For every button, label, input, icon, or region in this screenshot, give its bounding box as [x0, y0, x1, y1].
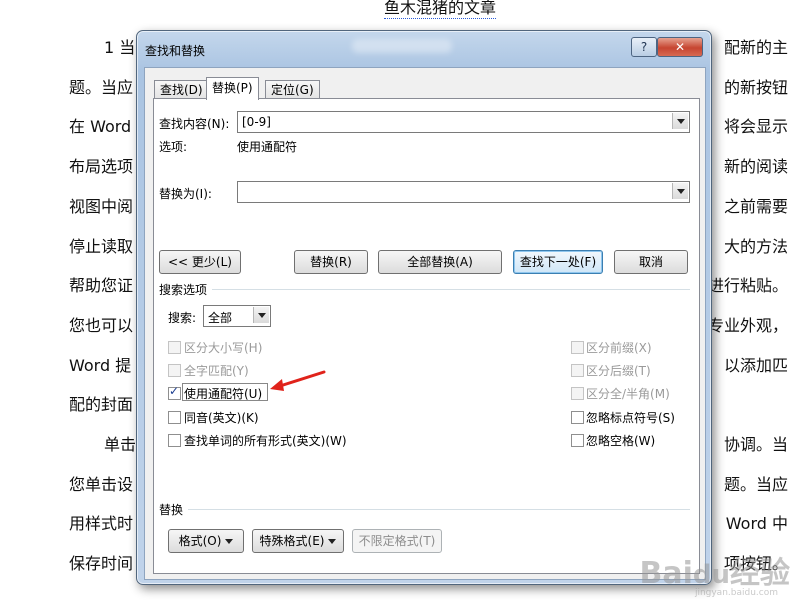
dialog-client-area: 查找(D) 替换(P) 定位(G) 查找内容(N): [0-9] 选项: 使用通… [144, 67, 706, 580]
checkbox[interactable] [168, 410, 181, 424]
replace-button[interactable]: 替换(R) [294, 250, 368, 274]
checkbox[interactable] [168, 433, 181, 447]
replace-all-button[interactable]: 全部替换(A) [378, 250, 502, 274]
replace-dropdown-arrow-icon[interactable] [672, 183, 688, 199]
checkbox [571, 387, 584, 401]
checkbox[interactable] [571, 410, 584, 424]
document-line-left: 用样式时 [69, 514, 134, 534]
document-line-right: 大的方法 [723, 236, 788, 256]
checkbox [571, 341, 584, 354]
tab-replace[interactable]: 替换(P) [206, 77, 259, 100]
help-button[interactable]: ? [631, 37, 657, 57]
option-label: 区分前缀(X) [586, 341, 652, 355]
find-what-label: 查找内容(N): [159, 117, 230, 131]
find-next-button[interactable]: 查找下一处(F) [513, 250, 603, 274]
checkbox [168, 341, 181, 354]
document-line-left: 在 Word [69, 117, 132, 137]
document-line-right: 以添加匹 [723, 355, 788, 375]
option-label[interactable]: 查找单词的所有形式(英文)(W) [184, 432, 347, 449]
option-label: 区分后缀(T) [586, 364, 651, 379]
document-line-right: 题。当应 [723, 474, 788, 494]
options-label: 选项: [159, 140, 188, 154]
search-direction-arrow-icon[interactable] [253, 307, 269, 323]
checkbox [571, 364, 584, 378]
cancel-button[interactable]: 取消 [614, 250, 688, 274]
document-line-right: 配新的主 [723, 38, 788, 57]
search-direction-value: 全部 [208, 311, 233, 325]
document-line-left: 1 当 [104, 38, 136, 57]
document-line-right: 将会显示 [723, 117, 788, 137]
replace-panel: 查找内容(N): [0-9] 选项: 使用通配符 替换为(I): << 更少(L… [153, 98, 700, 574]
document-line-left: 配的封面 [69, 395, 134, 415]
watermark-url: jingyan.baidu.com [694, 588, 778, 598]
document-line-left: 视图中阅 [69, 196, 134, 216]
document-line-right: 新的阅读 [723, 157, 788, 177]
tab-find[interactable]: 查找(D) [154, 80, 209, 99]
replace-with-label: 替换为(I): [159, 187, 212, 201]
format-button[interactable]: 格式(O) [168, 529, 244, 553]
format-dropdown-icon [225, 539, 234, 544]
document-line-left: 您也可以 [69, 315, 134, 335]
find-what-value: [0-9] [242, 115, 271, 129]
find-what-combo[interactable]: [0-9] [237, 111, 690, 133]
document-line-left: 保存时间 [69, 554, 134, 574]
special-format-button[interactable]: 特殊格式(E) [252, 529, 344, 553]
document-line-right: 的新按钮 [723, 77, 788, 97]
option-label[interactable]: 忽略标点符号(S) [586, 409, 675, 426]
document-line-left: Word 提 [69, 355, 132, 375]
annotation-arrow-icon [270, 370, 326, 391]
no-formatting-button[interactable]: 不限定格式(T) [352, 529, 442, 553]
option-label: 区分全/半角(M) [586, 387, 670, 402]
search-direction-label: 搜索: [168, 311, 197, 325]
document-line-left: 布局选项 [69, 157, 134, 177]
checkbox [168, 364, 181, 378]
document-line-right: Word 中 [725, 514, 788, 534]
special-dropdown-icon [328, 539, 337, 544]
document-title: 鱼木混猪的文章 [384, 0, 497, 19]
option-label: 区分大小写(H) [184, 341, 263, 355]
document-line-right: 专业外观， [707, 315, 788, 335]
focus-rectangle [182, 383, 268, 402]
section-divider [212, 289, 690, 290]
less-button[interactable]: << 更少(L) [159, 250, 241, 274]
search-direction-select[interactable]: 全部 [203, 305, 271, 327]
option-label: 全字匹配(Y) [184, 364, 249, 379]
format-button-label: 格式(O) [178, 534, 222, 548]
document-line-left: 帮助您证 [69, 276, 134, 296]
find-replace-dialog: 查找和替换 ? ✕ 查找(D) 替换(P) 定位(G) 查找内容(N): [0-… [136, 30, 712, 585]
dialog-title: 查找和替换 [145, 44, 206, 58]
document-line-left: 单击 [104, 435, 137, 454]
replace-section-header: 替换 [159, 503, 184, 517]
tab-goto[interactable]: 定位(G) [265, 80, 320, 99]
options-value: 使用通配符 [237, 140, 298, 154]
close-button[interactable]: ✕ [657, 37, 703, 57]
blurred-title-area [352, 39, 452, 53]
document-line-right: 协调。当 [723, 435, 788, 454]
document-line-right: 进行粘贴。 [707, 276, 788, 296]
replace-section-divider [188, 509, 690, 510]
checkbox-checked[interactable] [168, 384, 181, 401]
search-options-header: 搜索选项 [159, 283, 208, 297]
replace-with-combo[interactable] [237, 181, 690, 203]
document-line-left: 您单击设 [69, 474, 134, 494]
special-format-label: 特殊格式(E) [259, 534, 325, 548]
document-line-left: 题。当应 [69, 77, 134, 97]
document-line-right: 之前需要 [723, 196, 788, 216]
option-label[interactable]: 忽略空格(W) [586, 432, 655, 449]
baidu-watermark: Baidu经验 [639, 556, 790, 591]
document-line-left: 停止读取 [69, 236, 134, 256]
find-dropdown-arrow-icon[interactable] [672, 113, 688, 129]
option-label[interactable]: 同音(英文)(K) [184, 409, 259, 426]
checkbox[interactable] [571, 433, 584, 447]
